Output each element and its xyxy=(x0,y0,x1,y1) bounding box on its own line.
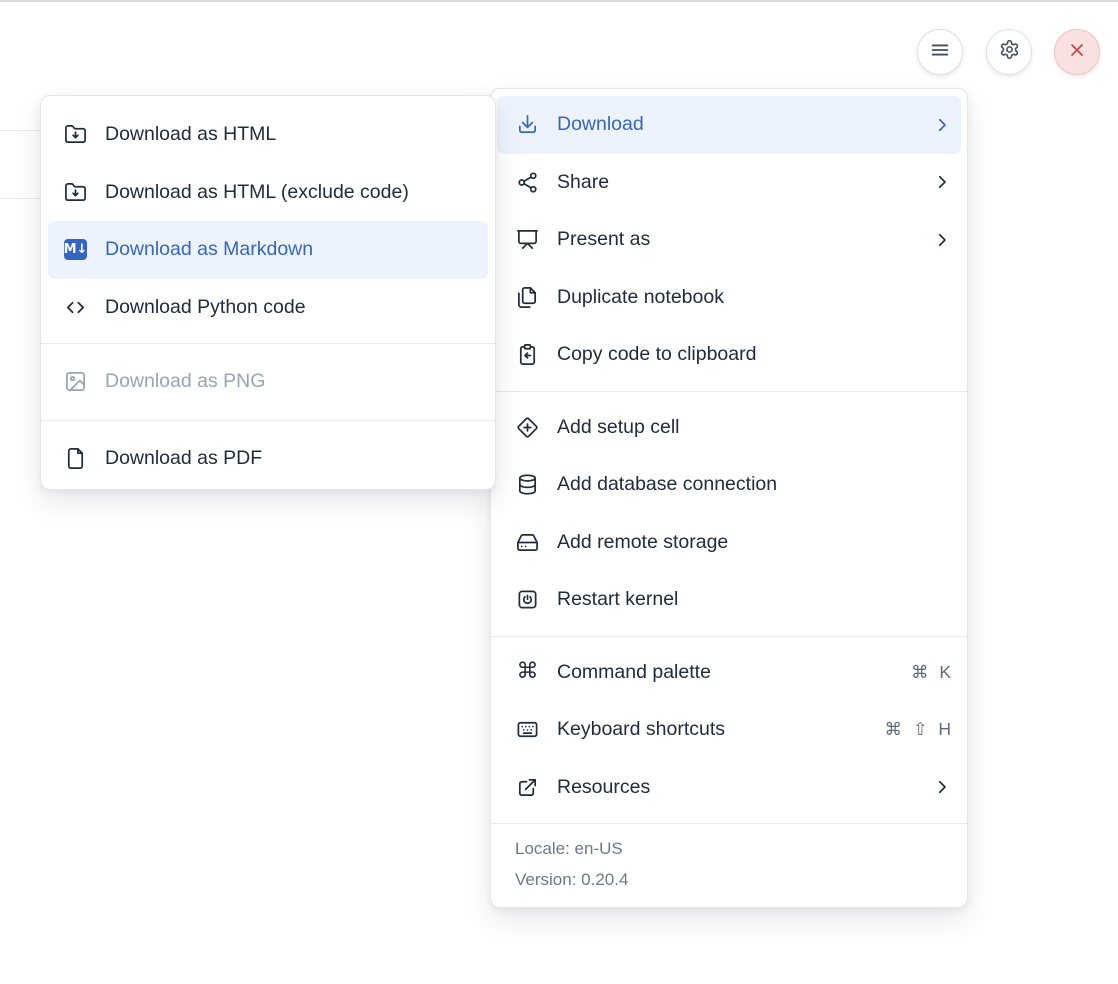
menu-item-resources[interactable]: Resources xyxy=(491,759,967,817)
menu-section-help: ⌘ Command palette ⌘ K Keyboard shortcuts… xyxy=(491,636,967,824)
submenu-section-png: Download as PNG xyxy=(41,343,495,420)
submenu-section-pdf: Download as PDF xyxy=(41,420,495,497)
page-top-border xyxy=(0,0,1118,2)
menu-item-restart-kernel[interactable]: Restart kernel xyxy=(491,571,967,629)
square-power-icon xyxy=(516,588,539,611)
menu-item-download-as-html[interactable]: Download as HTML xyxy=(41,106,495,164)
menu-item-label: Download as PNG xyxy=(105,370,479,393)
markdown-badge-icon: M↓ xyxy=(64,238,87,261)
folder-down-icon xyxy=(64,181,87,204)
database-icon xyxy=(516,473,539,496)
menu-item-label: Download as PDF xyxy=(105,447,479,470)
menu-item-share[interactable]: Share xyxy=(491,154,967,212)
background-rule-line xyxy=(0,130,41,131)
notebook-menu-button[interactable] xyxy=(917,29,963,75)
command-icon: ⌘ xyxy=(516,661,539,684)
menu-item-label: Copy code to clipboard xyxy=(557,343,951,366)
menu-item-copy-code-to-clipboard[interactable]: Copy code to clipboard xyxy=(491,326,967,384)
menu-item-present-as[interactable]: Present as xyxy=(491,211,967,269)
hard-drive-icon xyxy=(516,531,539,554)
menu-item-download-as-png: Download as PNG xyxy=(41,353,495,411)
chevron-right-icon xyxy=(933,173,951,191)
menu-item-label: Download Python code xyxy=(105,296,479,319)
gear-icon xyxy=(999,39,1020,65)
background-rule-line xyxy=(0,198,41,199)
menu-item-download[interactable]: Download xyxy=(497,96,961,154)
menu-item-label: Download as HTML (exclude code) xyxy=(105,181,479,204)
menu-item-label: Download as HTML xyxy=(105,123,479,146)
menu-item-download-python-code[interactable]: Download Python code xyxy=(41,279,495,337)
locale-text: Locale: en-US xyxy=(515,833,951,864)
close-button[interactable] xyxy=(1054,29,1100,75)
x-icon xyxy=(1067,40,1087,65)
submenu-section-documents: Download as HTML Download as HTML (exclu… xyxy=(41,96,495,343)
menu-item-download-as-pdf[interactable]: Download as PDF xyxy=(41,430,495,488)
menu-item-label: Add database connection xyxy=(557,473,951,496)
clipboard-copy-icon xyxy=(516,343,539,366)
share-icon xyxy=(516,171,539,194)
menu-item-label: Keyboard shortcuts xyxy=(557,718,884,741)
menu-item-download-as-markdown[interactable]: M↓ Download as Markdown xyxy=(48,221,488,279)
menu-item-add-setup-cell[interactable]: Add setup cell xyxy=(491,399,967,457)
diamond-plus-icon xyxy=(516,416,539,439)
menu-item-add-database-connection[interactable]: Add database connection xyxy=(491,456,967,514)
menu-item-label: Command palette xyxy=(557,661,911,684)
menu-item-duplicate-notebook[interactable]: Duplicate notebook xyxy=(491,269,967,327)
menu-section-notebook: Download Share Present as xyxy=(491,89,967,391)
download-icon xyxy=(516,113,539,136)
download-submenu: Download as HTML Download as HTML (exclu… xyxy=(40,95,496,490)
menu-item-label: Add remote storage xyxy=(557,531,951,554)
menu-item-label: Download as Markdown xyxy=(105,238,478,261)
menu-item-add-remote-storage[interactable]: Add remote storage xyxy=(491,514,967,572)
chevron-right-icon xyxy=(933,116,951,134)
menu-item-label: Restart kernel xyxy=(557,588,951,611)
menu-footer: Locale: en-US Version: 0.20.4 xyxy=(491,823,967,904)
external-link-icon xyxy=(516,776,539,799)
shortcut-hint: ⌘ ⇧ H xyxy=(884,719,951,740)
version-text: Version: 0.20.4 xyxy=(515,864,951,895)
duplicate-pages-icon xyxy=(516,286,539,309)
menu-item-label: Share xyxy=(557,171,933,194)
menu-section-kernel: Add setup cell Add database connection A… xyxy=(491,391,967,636)
shortcut-hint: ⌘ K xyxy=(911,662,951,683)
menu-item-label: Present as xyxy=(557,228,933,251)
notebook-actions-menu: Download Share Present as xyxy=(490,88,968,908)
hamburger-icon xyxy=(929,39,951,66)
chevron-right-icon xyxy=(933,231,951,249)
menu-item-download-as-html-exclude-code[interactable]: Download as HTML (exclude code) xyxy=(41,164,495,222)
menu-item-label: Resources xyxy=(557,776,933,799)
settings-button[interactable] xyxy=(986,29,1032,75)
keyboard-icon xyxy=(516,718,539,741)
menu-item-label: Download xyxy=(557,113,933,136)
code-brackets-icon xyxy=(64,296,87,319)
chevron-right-icon xyxy=(933,778,951,796)
menu-item-keyboard-shortcuts[interactable]: Keyboard shortcuts ⌘ ⇧ H xyxy=(491,701,967,759)
menu-item-label: Add setup cell xyxy=(557,416,951,439)
image-icon xyxy=(64,370,87,393)
file-icon xyxy=(64,447,87,470)
presentation-icon xyxy=(516,228,539,251)
folder-down-icon xyxy=(64,123,87,146)
menu-item-command-palette[interactable]: ⌘ Command palette ⌘ K xyxy=(491,644,967,702)
menu-item-label: Duplicate notebook xyxy=(557,286,951,309)
